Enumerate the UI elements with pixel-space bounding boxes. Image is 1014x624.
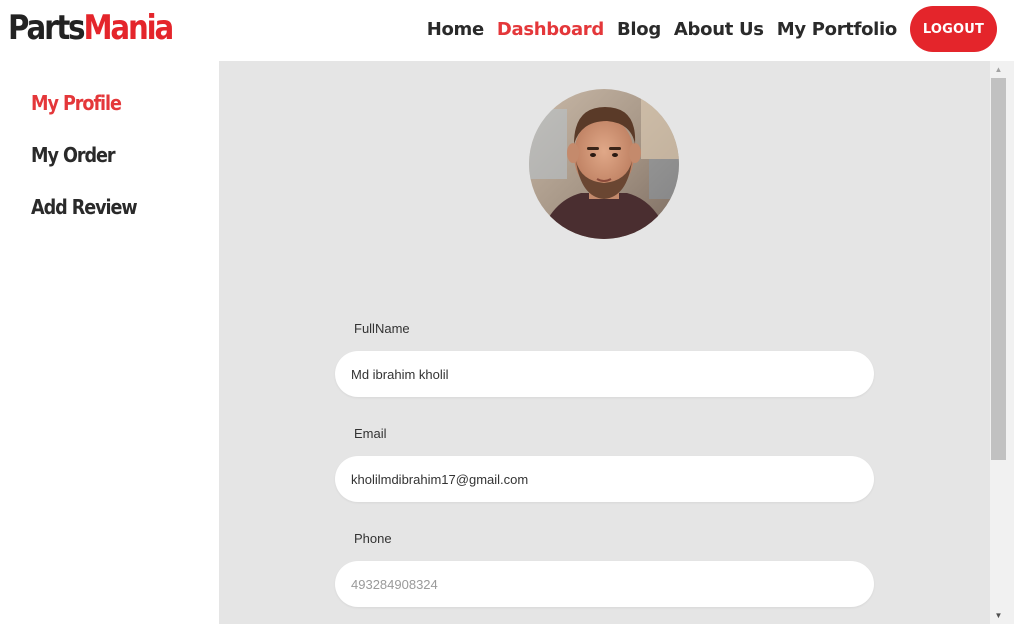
- main-nav: Home Dashboard Blog About Us My Portfoli…: [414, 6, 997, 52]
- phone-label: Phone: [354, 531, 392, 546]
- site-logo[interactable]: PartsMania: [8, 8, 174, 48]
- fullname-input[interactable]: [335, 351, 874, 397]
- phone-input[interactable]: [335, 561, 874, 607]
- logout-button[interactable]: LOGOUT: [910, 6, 997, 52]
- email-label: Email: [354, 426, 387, 441]
- header: PartsMania Home Dashboard Blog About Us …: [0, 0, 1014, 61]
- avatar-photo: [529, 89, 679, 239]
- nav-link-dashboard[interactable]: Dashboard: [497, 19, 604, 40]
- dashboard-sidebar: My Profile My Order Add Review: [0, 61, 219, 624]
- nav-link-my-portfolio[interactable]: My Portfolio: [777, 19, 898, 40]
- nav-link-blog[interactable]: Blog: [617, 19, 661, 40]
- nav-link-home[interactable]: Home: [427, 19, 485, 40]
- profile-avatar: [529, 89, 679, 239]
- scroll-up-arrow-icon[interactable]: ▲: [990, 61, 1007, 78]
- sidebar-item-my-order[interactable]: My Order: [31, 143, 116, 167]
- profile-panel: FullName Email Phone: [219, 61, 990, 624]
- scrollbar-thumb[interactable]: [991, 78, 1006, 460]
- email-input[interactable]: [335, 456, 874, 502]
- nav-link-about-us[interactable]: About Us: [674, 19, 764, 40]
- scroll-down-arrow-icon[interactable]: ▼: [990, 607, 1007, 624]
- page-scrollbar[interactable]: ▲ ▼: [990, 61, 1014, 624]
- sidebar-item-my-profile[interactable]: My Profile: [31, 91, 122, 115]
- sidebar-item-add-review[interactable]: Add Review: [31, 195, 138, 219]
- logo-text-parts: Parts: [8, 8, 86, 48]
- logo-text-mania: Mania: [83, 8, 174, 48]
- fullname-label: FullName: [354, 321, 410, 336]
